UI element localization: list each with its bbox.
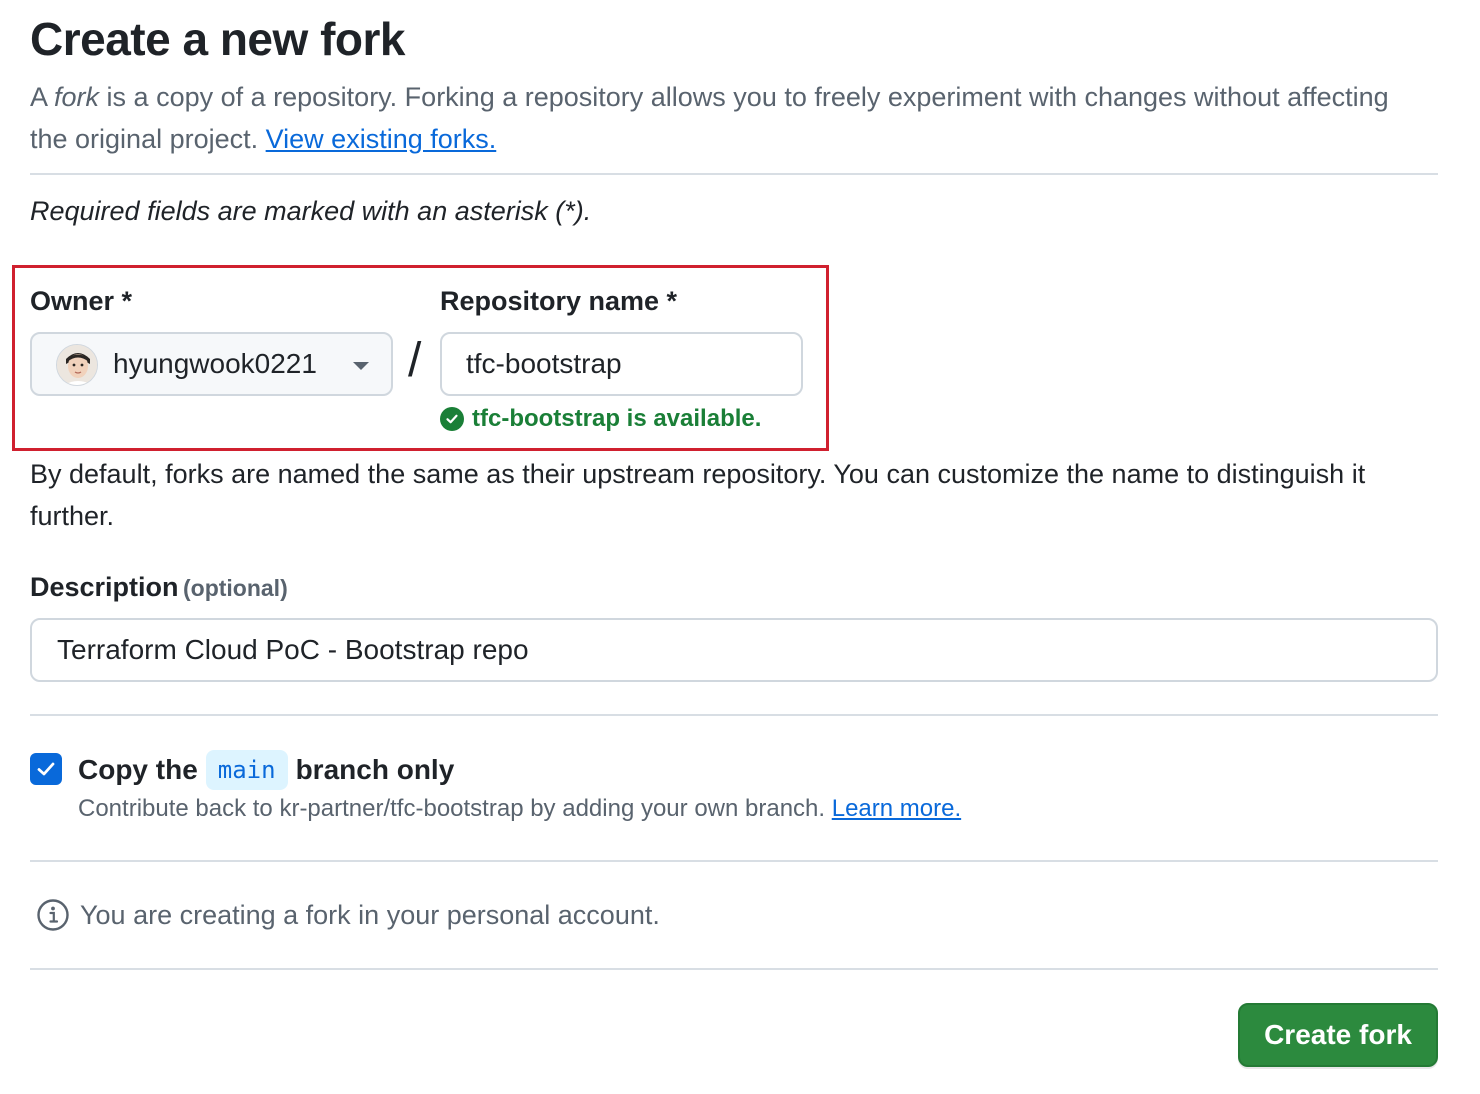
copy-branch-label-after: branch only: [295, 754, 455, 785]
personal-account-notice-text: You are creating a fork in your personal…: [80, 899, 660, 930]
info-icon: [37, 899, 69, 931]
check-circle-icon: [440, 407, 464, 431]
personal-account-notice: You are creating a fork in your personal…: [36, 898, 660, 932]
description-label: Description (optional): [30, 572, 288, 603]
copy-branch-help: Contribute back to kr-partner/tfc-bootst…: [78, 795, 961, 823]
owner-name: hyungwook0221: [113, 348, 317, 379]
learn-more-link[interactable]: Learn more.: [832, 795, 961, 822]
branch-name-code: main: [205, 750, 288, 790]
repository-name-input[interactable]: [440, 332, 803, 396]
description-input[interactable]: [30, 618, 1438, 682]
intro-prefix: A: [30, 82, 55, 112]
repository-name-label: Repository name *: [440, 286, 678, 316]
intro-suffix: is a copy of a repository. Forking a rep…: [30, 82, 1389, 154]
intro-fork-word: fork: [54, 82, 100, 112]
owner-label: Owner *: [30, 286, 133, 316]
owner-select[interactable]: hyungwook0221: [30, 332, 393, 396]
page-title: Create a new fork: [30, 13, 405, 65]
divider: [30, 173, 1438, 175]
divider: [30, 860, 1438, 862]
divider: [30, 968, 1438, 970]
fork-name-help: By default, forks are named the same as …: [30, 459, 1366, 531]
optional-tag: (optional): [182, 575, 288, 601]
check-icon: [37, 762, 55, 776]
copy-branch-label-before: Copy the: [78, 754, 198, 785]
availability-text: tfc-bootstrap is available.: [472, 405, 762, 432]
description-label-text: Description: [30, 572, 179, 602]
required-fields-note: Required fields are marked with an aster…: [30, 196, 592, 226]
chevron-down-icon: [353, 362, 369, 370]
divider: [30, 714, 1438, 716]
owner-repo-separator: /: [408, 334, 422, 387]
availability-message: tfc-bootstrap is available.: [440, 405, 761, 433]
copy-main-branch-checkbox[interactable]: [30, 753, 62, 785]
view-existing-forks-link[interactable]: View existing forks.: [266, 124, 497, 154]
create-fork-button[interactable]: Create fork: [1238, 1003, 1438, 1067]
copy-branch-help-text: Contribute back to kr-partner/tfc-bootst…: [78, 795, 832, 822]
user-avatar: [56, 344, 98, 386]
copy-branch-label[interactable]: Copy the main branch only: [78, 747, 454, 793]
intro-text: A fork is a copy of a repository. Forkin…: [30, 76, 1430, 160]
